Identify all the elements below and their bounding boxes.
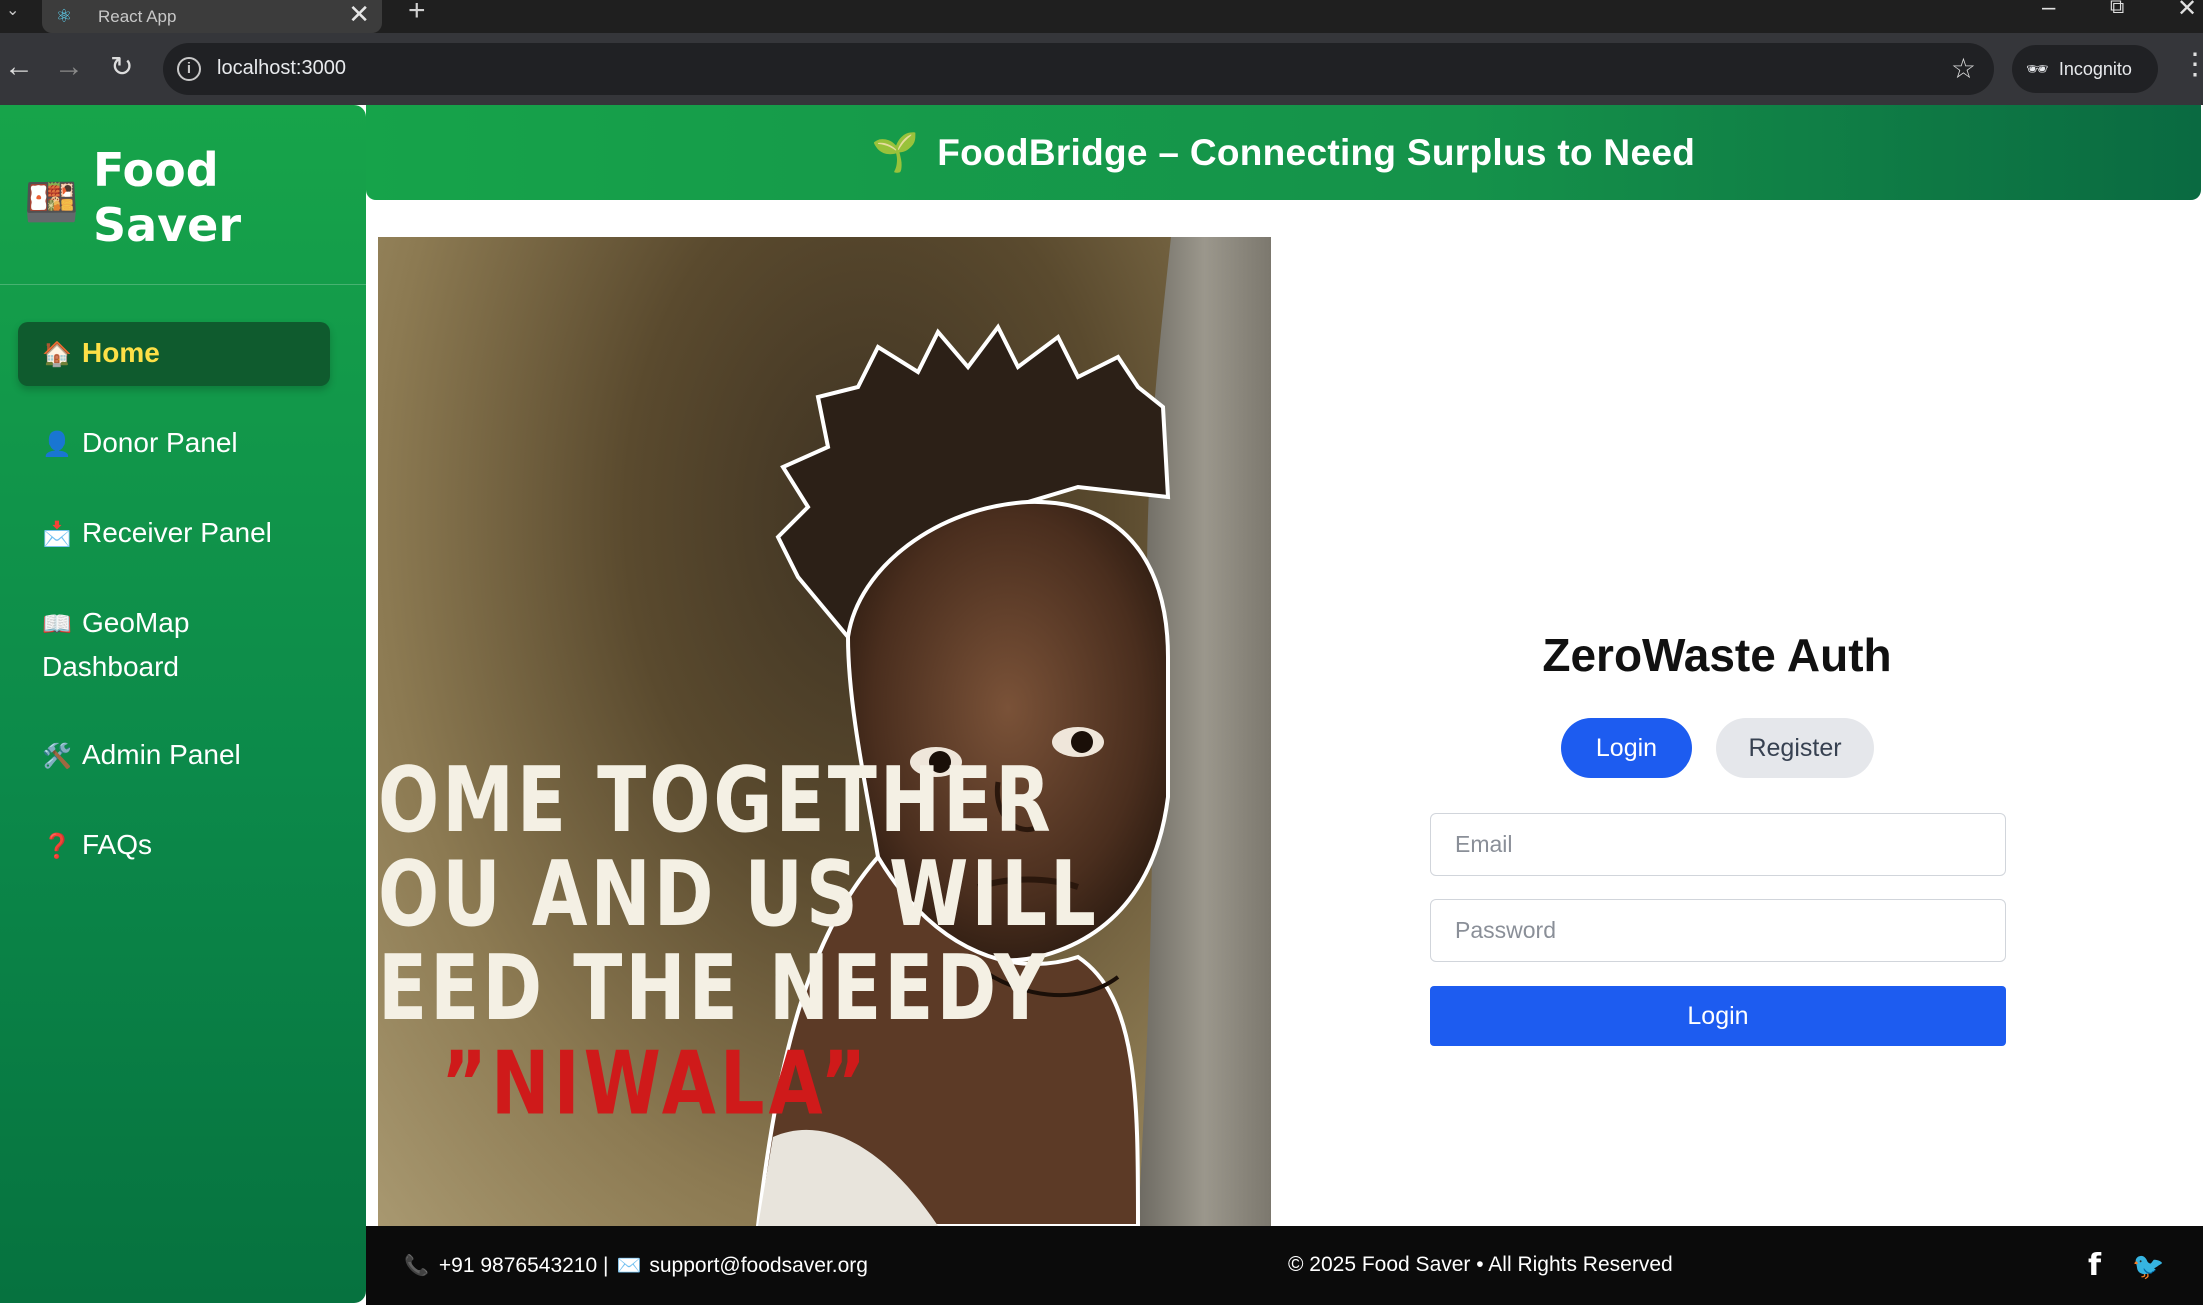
tab-title: React App: [98, 6, 177, 26]
sidebar-item-receiver-panel[interactable]: 📩 Receiver Panel: [18, 502, 330, 566]
email-field[interactable]: [1430, 813, 2006, 876]
site-info-icon[interactable]: i: [177, 57, 201, 81]
close-window-icon[interactable]: ✕: [2177, 0, 2197, 23]
minimize-icon[interactable]: –: [2042, 0, 2055, 22]
footer-copyright: © 2025 Food Saver • All Rights Reserved: [1288, 1253, 1673, 1276]
page-title: FoodBridge – Connecting Surplus to Need: [937, 131, 1696, 173]
url-text[interactable]: localhost:3000: [217, 57, 346, 80]
sidebar-item-home[interactable]: 🏠 Home: [18, 322, 330, 386]
seedling-icon: 🌱: [871, 131, 920, 174]
sidebar-item-label: Receiver Panel: [82, 517, 272, 548]
brand: 🍱 Food Saver: [0, 105, 366, 285]
poster-line-3: EED THE NEEDY: [378, 935, 1050, 1040]
map-book-icon: 📖: [42, 611, 72, 638]
sidebar-item-admin-panel[interactable]: 🛠️ Admin Panel: [18, 724, 330, 788]
incognito-label: Incognito: [2058, 58, 2132, 79]
sidebar-item-label: Donor Panel: [82, 427, 238, 458]
sidebar-item-label: Home: [82, 337, 160, 368]
tab-search-chevron-icon[interactable]: ⌄: [0, 0, 26, 20]
user-icon: 👤: [42, 431, 72, 458]
new-tab-button[interactable]: +: [408, 0, 426, 28]
incognito-badge[interactable]: 🕶 Incognito: [2012, 45, 2158, 93]
reload-icon[interactable]: ↻: [110, 49, 133, 85]
browser-toolbar: ← → ↻ i localhost:3000 ☆ 🕶 Incognito ⋮: [0, 33, 2203, 105]
login-tab-button[interactable]: Login: [1561, 718, 1692, 778]
tab-close-icon[interactable]: ✕: [348, 1, 370, 27]
footer-email[interactable]: support@foodsaver.org: [649, 1254, 868, 1278]
bookmark-star-icon[interactable]: ☆: [1951, 52, 1976, 85]
phone-icon: 📞: [404, 1255, 429, 1277]
mail-icon: ✉️: [616, 1255, 642, 1277]
sidebar: 🍱 Food Saver 🏠 Home 👤 Donor Panel 📩 Receive…: [0, 105, 366, 1303]
back-icon[interactable]: ←: [4, 49, 34, 85]
auth-title: ZeroWaste Auth: [1542, 629, 1892, 681]
poster-line-2: OU AND US WILL: [378, 841, 1099, 946]
home-icon: 🏠: [42, 341, 72, 368]
browser-tab-bar: ⌄ ⚛ React App ✕ + – ⧉ ✕: [0, 0, 2203, 33]
sidebar-item-geomap-dashboard[interactable]: 📖 GeoMap Dashboard: [18, 592, 330, 698]
question-icon: ❓: [42, 833, 72, 860]
react-icon: ⚛: [56, 5, 73, 26]
footer-contact: 📞 +91 9876543210 | ✉️ support@foodsaver.…: [404, 1253, 868, 1278]
sidebar-item-faqs[interactable]: ❓ FAQs: [18, 814, 330, 878]
poster-line-1: OME TOGETHER: [378, 747, 1054, 852]
poster-niwala: ”NIWALA”: [441, 1032, 871, 1135]
restore-icon[interactable]: ⧉: [2110, 0, 2124, 19]
login-submit-button[interactable]: Login: [1430, 986, 2006, 1046]
sidebar-item-label: Admin Panel: [82, 739, 241, 770]
twitter-icon[interactable]: 🐦: [2132, 1251, 2164, 1282]
browser-tab[interactable]: ⚛ React App ✕: [42, 0, 382, 33]
app-header: 🌱 FoodBridge – Connecting Surplus to Nee…: [366, 105, 2201, 200]
password-field[interactable]: [1430, 899, 2006, 962]
footer-phone: +91 9876543210 |: [438, 1253, 609, 1277]
inbox-icon: 📩: [42, 521, 72, 548]
address-bar[interactable]: i localhost:3000 ☆: [163, 43, 1994, 95]
forward-icon[interactable]: →: [54, 49, 84, 85]
facebook-icon[interactable]: f: [2088, 1248, 2101, 1283]
footer: 📞 +91 9876543210 | ✉️ support@foodsaver.…: [366, 1226, 2203, 1305]
tools-icon: 🛠️: [42, 743, 72, 770]
register-tab-button[interactable]: Register: [1716, 718, 1874, 778]
more-menu-icon[interactable]: ⋮: [2180, 47, 2203, 83]
sidebar-item-label: FAQs: [82, 829, 153, 860]
food-box-icon: 🍱: [24, 178, 79, 227]
brand-name: Food Saver: [93, 143, 242, 252]
sidebar-item-donor-panel[interactable]: 👤 Donor Panel: [18, 412, 330, 476]
incognito-icon: 🕶: [2026, 58, 2049, 79]
hero-poster: OME TOGETHER OU AND US WILL EED THE NEED…: [378, 237, 1271, 1226]
